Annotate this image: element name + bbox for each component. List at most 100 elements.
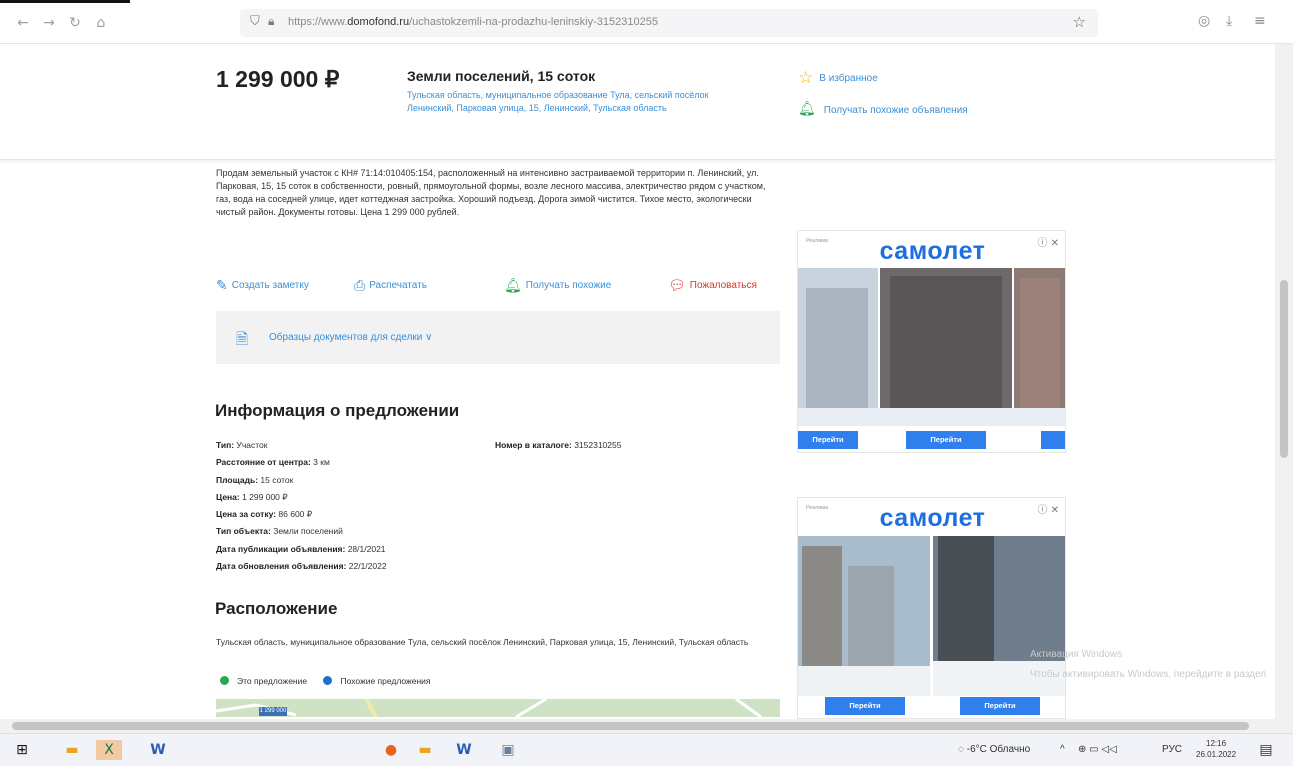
browser-toolbar: ← → ↻ ⌂ ⛉ 🔒︎ https://www.domofond.ru/uch… [0,0,1293,44]
printer-icon: ⎙ [354,278,366,294]
location-map[interactable]: 1 299 000 [216,699,780,717]
forward-arrow-icon[interactable]: → [40,14,58,32]
vertical-scroll-thumb[interactable] [1280,280,1288,458]
clock-date: 26.01.2022 [1196,750,1237,759]
notifications-icon[interactable]: ▤ [1256,740,1276,760]
ad-go-button[interactable]: Перейти [906,431,986,449]
file-explorer-icon[interactable]: ▬ [62,740,82,760]
home-icon[interactable]: ⌂ [92,14,110,32]
address-bar[interactable]: ⛉ 🔒︎ https://www.domofond.ru/uchastokzem… [240,9,1098,37]
active-tab-indicator [0,0,130,3]
create-note-button[interactable]: ✎ Создать заметку [216,278,309,294]
favorites-label: В избранное [819,73,878,84]
url-text[interactable]: https://www.domofond.ru/uchastokzemli-na… [288,16,658,28]
document-samples-label: Образцы документов для сделки ∨ [269,332,433,343]
complain-button[interactable]: 💬︎ Пожаловаться [668,278,757,294]
vertical-scrollbar[interactable] [1275,44,1293,719]
blue-dot-icon [323,676,333,685]
sticky-listing-header: 1 299 000 ₽ Земли поселений, 15 соток Ту… [0,44,1275,160]
map-price-marker[interactable]: 1 299 000 [259,707,287,716]
firefox-icon[interactable]: ● [381,740,401,760]
speech-bubble-icon: 💬︎ [668,278,686,294]
offer-info-title: Информация о предложении [215,401,460,420]
info-row-object-type: Тип объекта: Земли поселений [216,526,343,537]
image-viewer-icon[interactable]: ▣ [498,740,518,760]
info-row-distance: Расстояние от центра: 3 км [216,457,330,468]
green-dot-icon [220,676,229,685]
ad-building-photos [798,268,1065,426]
legend-similar-label: Похожие предложения [340,676,431,686]
location-address: Тульская область, муниципальное образова… [216,637,749,647]
get-similar-button[interactable]: 🔔︎ Получать похожие [504,278,611,294]
document-samples-dropdown[interactable]: 🗎 Образцы документов для сделки ∨ [216,311,780,364]
weather-widget[interactable]: ◌ -6°C Облачно [958,744,1030,755]
tray-chevron-icon[interactable]: ^ [1060,744,1065,755]
info-row-area: Площадь: 15 соток [216,474,294,485]
bell-plus-icon: 🔔︎ [504,278,522,294]
reload-icon[interactable]: ↻ [66,14,84,32]
ad-close-icon[interactable]: ⓘ ✕ [1037,501,1059,516]
download-icon[interactable]: ⤓ [1226,13,1232,29]
word-icon[interactable]: W [454,740,474,760]
map-roads [216,699,762,717]
complain-label: Пожаловаться [689,280,757,291]
bookmark-star-icon[interactable]: ☆ [1073,13,1086,31]
get-similar-label: Получать похожие [525,280,612,291]
location-title: Расположение [215,599,338,618]
subscribe-similar-button[interactable]: 🔔︎ Получать похожие объявления [798,101,968,117]
language-indicator[interactable]: РУС [1162,744,1182,755]
info-row-price: Цена: 1 299 000 ₽ [216,491,288,502]
legend-this-label: Это предложение [237,676,308,686]
map-legend: Это предложение Похожие предложения [220,676,431,686]
weather-label: -6°C Облачно [966,744,1031,755]
create-note-label: Создать заметку [231,280,309,291]
windows-taskbar: ⊞ ▬ X W ● ▬ W ▣ ◌ -6°C Облачно ^ ⊕ ▭ ◁◁ … [0,733,1293,766]
start-icon[interactable]: ⊞ [12,740,32,760]
windows-activation-watermark: Активация Windows Чтобы активировать Win… [1030,645,1266,685]
horizontal-scroll-thumb[interactable] [12,722,1249,730]
ad-go-button[interactable]: Перейти [798,431,858,449]
catalog-number: Номер в каталоге: 3152310255 [495,440,622,450]
add-to-favorites-button[interactable]: ☆ В избранное [798,68,878,88]
watermark-line-2: Чтобы активировать Windows, перейдите в … [1030,669,1267,680]
ad-go-button[interactable] [1041,431,1065,449]
menu-icon[interactable]: ≡ [1254,13,1266,29]
listing-address-link[interactable]: Тульская область, муниципальное образова… [407,89,752,114]
listing-actions: ✎ Создать заметку ⎙ Распечатать 🔔︎ Получать… [216,278,782,294]
print-label: Распечатать [369,280,427,291]
advertisement-1[interactable]: Реклама самолет ⓘ ✕ Перейти Перейти [797,230,1066,453]
ad-go-button[interactable]: Перейти [825,697,905,715]
back-arrow-icon[interactable]: ← [14,14,32,32]
ad-close-icon[interactable]: ⓘ ✕ [1037,234,1059,249]
bell-plus-icon: 🔔︎ [798,101,816,117]
word-icon[interactable]: W [148,740,168,760]
listing-description: Продам земельный участок с КН# 71:14:010… [216,168,766,217]
advertisement-2[interactable]: Реклама самолет ⓘ ✕ Перейти Перейти [797,497,1066,719]
offer-info-list: Тип: Участок Расстояние от центра: 3 км … [216,437,387,575]
lock-icon[interactable]: 🔒︎ [268,14,274,29]
info-row-updated: Дата обновления объявления: 22/1/2022 [216,561,387,572]
ad-building-photos [798,536,1065,696]
info-row-price-per-sotka: Цена за сотку: 86 600 ₽ [216,509,313,520]
info-row-published: Дата публикации объявления: 28/1/2021 [216,543,386,554]
ad-brand: самолет [879,504,986,532]
ad-brand: самолет [879,237,986,265]
star-icon: ☆ [798,68,814,88]
pencil-icon: ✎ [216,278,228,294]
pocket-icon[interactable]: ◎ [1198,13,1210,29]
file-explorer-icon[interactable]: ▬ [415,740,435,760]
similar-label: Получать похожие объявления [823,105,968,116]
horizontal-scrollbar[interactable] [0,719,1293,733]
taskbar-clock[interactable]: 12:16 26.01.2022 [1196,738,1236,760]
info-row-type: Тип: Участок [216,440,268,450]
print-button[interactable]: ⎙ Распечатать [354,278,427,294]
weather-icon: ◌ [958,744,964,755]
clock-time: 12:16 [1206,739,1227,748]
document-icon: 🗎 [236,330,249,348]
ad-go-button[interactable]: Перейти [960,697,1040,715]
excel-icon[interactable]: X [96,740,122,760]
listing-price: 1 299 000 ₽ [216,66,340,92]
tracking-shield-icon[interactable]: ⛉ [250,14,260,29]
listing-title: Земли поселений, 15 соток [407,68,596,84]
tray-status-icons[interactable]: ⊕ ▭ ◁◁ [1078,744,1117,755]
